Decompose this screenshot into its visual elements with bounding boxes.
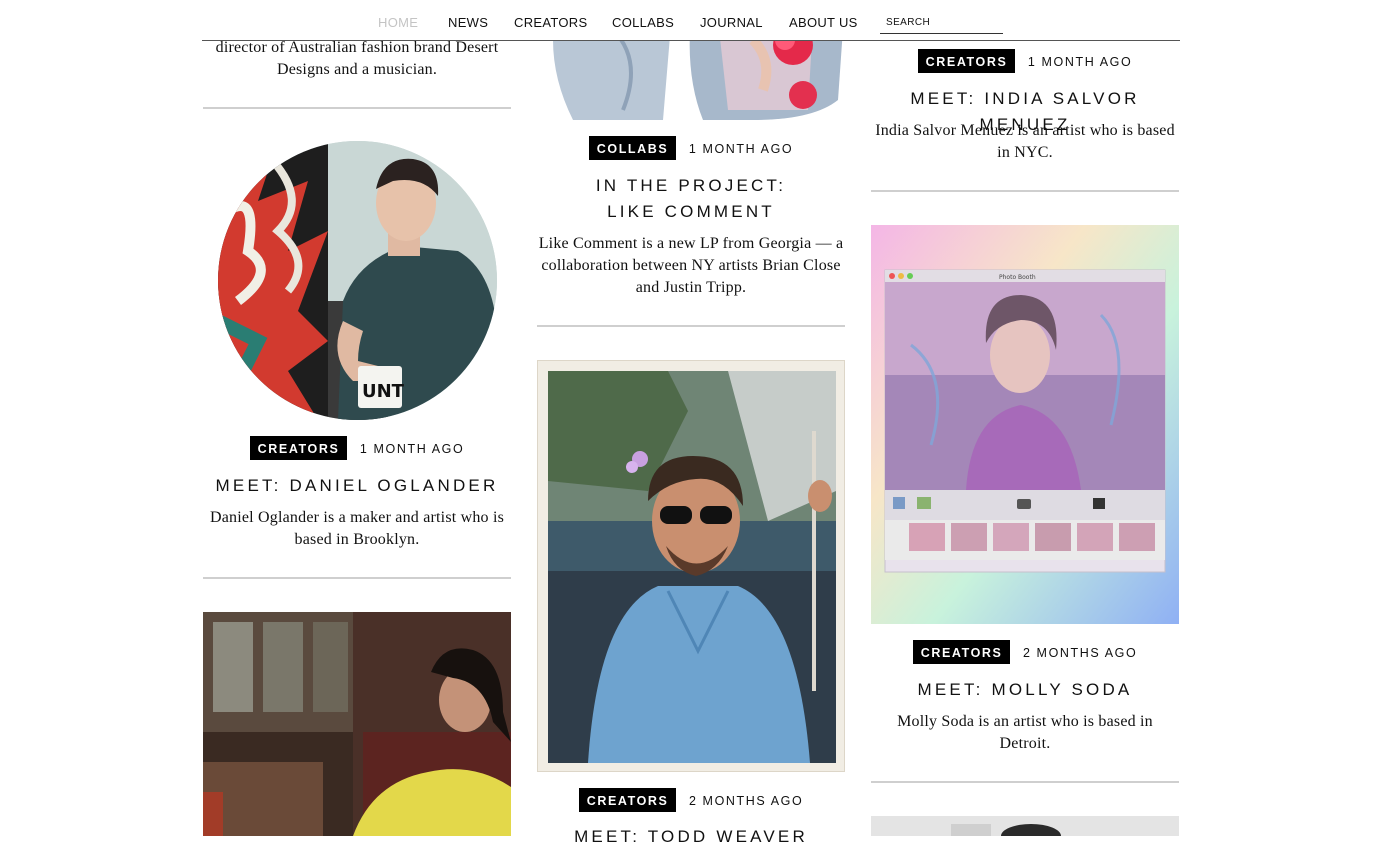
category-badge[interactable]: CREATORS <box>917 49 1016 73</box>
post-date: 2 MONTHS AGO <box>688 794 804 808</box>
post-meta: CREATORS 1 MONTH AGO <box>871 49 1179 75</box>
photo-booth-screenshot: Photo Booth <box>871 225 1179 624</box>
post-date: 1 MONTH AGO <box>688 142 794 156</box>
post-meta: CREATORS 1 MONTH AGO <box>203 436 511 462</box>
nav-news[interactable]: NEWS <box>448 15 488 30</box>
divider <box>203 577 511 579</box>
post-date: 2 MONTHS AGO <box>1022 646 1138 660</box>
nav-creators[interactable]: CREATORS <box>514 15 587 30</box>
category-badge[interactable]: CREATORS <box>912 640 1011 664</box>
post-description: Daniel Oglander is a maker and artist wh… <box>209 509 505 548</box>
man-with-flower-photo <box>548 371 836 763</box>
search-input[interactable] <box>880 12 1003 34</box>
post-title[interactable]: MEET: DANIEL OGLANDER <box>203 473 511 499</box>
photobooth-window-title: Photo Booth <box>999 274 1036 281</box>
post-date: 1 MONTH AGO <box>359 442 465 456</box>
nav-home[interactable]: HOME <box>378 15 418 30</box>
divider <box>871 190 1179 192</box>
post-meta: CREATORS 2 MONTHS AGO <box>871 640 1179 666</box>
post-description: India Salvor Menuez is an artist who is … <box>875 122 1175 161</box>
post-title[interactable]: MEET: MOLLY SODA <box>871 677 1179 703</box>
portrait-illustration: UNT <box>218 141 497 420</box>
post-image-molly-soda[interactable]: Photo Booth <box>871 225 1179 624</box>
divider <box>871 781 1179 783</box>
svg-text:UNT: UNT <box>362 381 405 402</box>
nav-about-us[interactable]: ABOUT US <box>789 15 858 30</box>
post-date: 1 MONTH AGO <box>1027 55 1133 69</box>
post-meta: CREATORS 2 MONTHS AGO <box>537 788 845 814</box>
nav-collabs[interactable]: COLLABS <box>612 15 674 30</box>
category-badge[interactable]: COLLABS <box>588 136 677 160</box>
divider <box>537 325 845 327</box>
nav-journal[interactable]: JOURNAL <box>700 15 763 30</box>
diner-photo <box>203 612 511 836</box>
post-description: Like Comment is a new LP from Georgia — … <box>538 235 844 296</box>
post-title[interactable]: MEET: TODD WEAVER <box>537 824 845 850</box>
divider <box>203 107 511 109</box>
post-title[interactable]: IN THE PROJECT: LIKE COMMENT <box>571 173 811 225</box>
post-description: Molly Soda is an artist who is based in … <box>897 713 1153 752</box>
post-description: director of Australian fashion brand Des… <box>215 39 499 78</box>
post-image-diner[interactable] <box>203 612 511 836</box>
post-image-daniel-oglander[interactable]: UNT <box>218 141 497 420</box>
category-badge[interactable]: CREATORS <box>249 436 348 460</box>
main-nav: HOME NEWS CREATORS COLLABS JOURNAL ABOUT… <box>202 0 1180 41</box>
post-image-next[interactable] <box>871 816 1179 836</box>
post-image-todd-weaver[interactable] <box>537 360 845 772</box>
post-meta: COLLABS 1 MONTH AGO <box>537 136 845 162</box>
category-badge[interactable]: CREATORS <box>578 788 677 812</box>
next-post-photo <box>871 816 1179 836</box>
